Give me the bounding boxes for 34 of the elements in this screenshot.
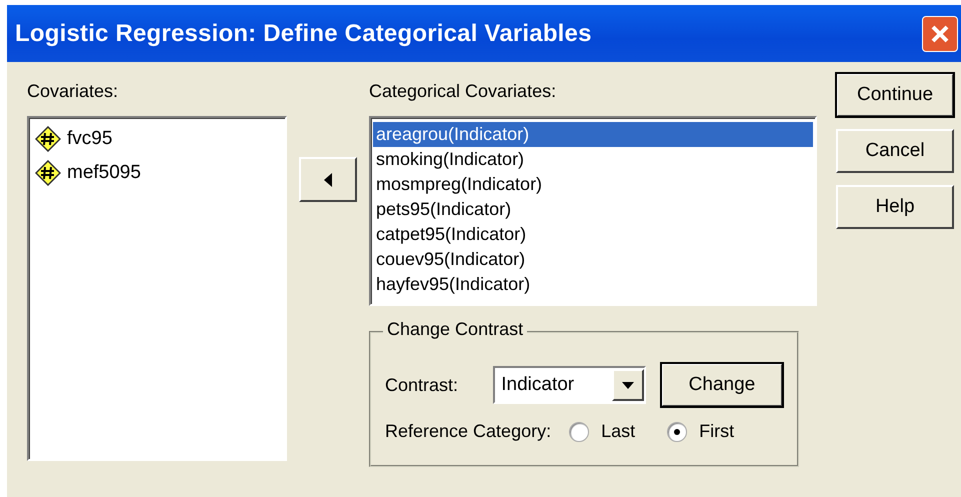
radio-label[interactable]: First [699, 421, 734, 442]
variable-item[interactable]: fvc95 [67, 128, 112, 150]
close-button[interactable] [922, 16, 958, 52]
dialog-button[interactable]: Help [836, 185, 954, 229]
covariate-item[interactable]: areagrou(Indicator) [373, 122, 813, 147]
variable-item[interactable]: mef5095 [67, 162, 141, 184]
group-legend: Change Contrast [383, 319, 528, 340]
covariates-list[interactable]: fvc95 mef5095 [27, 116, 287, 461]
reference-category-label: Reference Category: [385, 421, 552, 442]
window-title: Logistic Regression: Define Categorical Variables [15, 20, 592, 48]
caret-icon [622, 382, 634, 388]
numeric-variable-icon [35, 126, 61, 152]
dropdown-button[interactable] [612, 369, 644, 401]
contrast-label: Contrast: [385, 374, 460, 396]
covariates-label: Covariates: [27, 80, 120, 102]
radio-button[interactable] [569, 422, 590, 442]
contrast-dropdown[interactable]: Indicator [493, 366, 646, 404]
covariate-item[interactable]: couev95(Indicator) [373, 247, 813, 272]
close-icon [929, 22, 951, 44]
radio-button[interactable] [667, 422, 688, 442]
change-button[interactable]: Change [660, 363, 783, 407]
covariate-item[interactable]: smoking(Indicator) [373, 147, 813, 172]
covariate-item[interactable]: hayfev95(Indicator) [373, 272, 813, 297]
numeric-variable-icon [35, 160, 61, 186]
covariate-item[interactable]: pets95(Indicator) [373, 197, 813, 222]
left-arrow-icon [324, 172, 332, 186]
move-left-button[interactable] [299, 157, 357, 202]
dialog-button[interactable]: Continue [836, 73, 954, 117]
covariate-item[interactable]: catpet95(Indicator) [373, 222, 813, 247]
dialog-button[interactable]: Cancel [836, 129, 954, 173]
radio-label[interactable]: Last [601, 421, 636, 442]
covariate-item[interactable]: mosmpreg(Indicator) [373, 172, 813, 197]
categorical-covariates-list[interactable]: areagrou(Indicator) smoking(Indicator) mosmpreg(Indicator) pets95(Indicator) catpet95(Indicator) couev95(Indicator) hayfev95(Indicator) [369, 116, 817, 306]
categorical-covariates-label: Categorical Covariates: [369, 80, 558, 102]
